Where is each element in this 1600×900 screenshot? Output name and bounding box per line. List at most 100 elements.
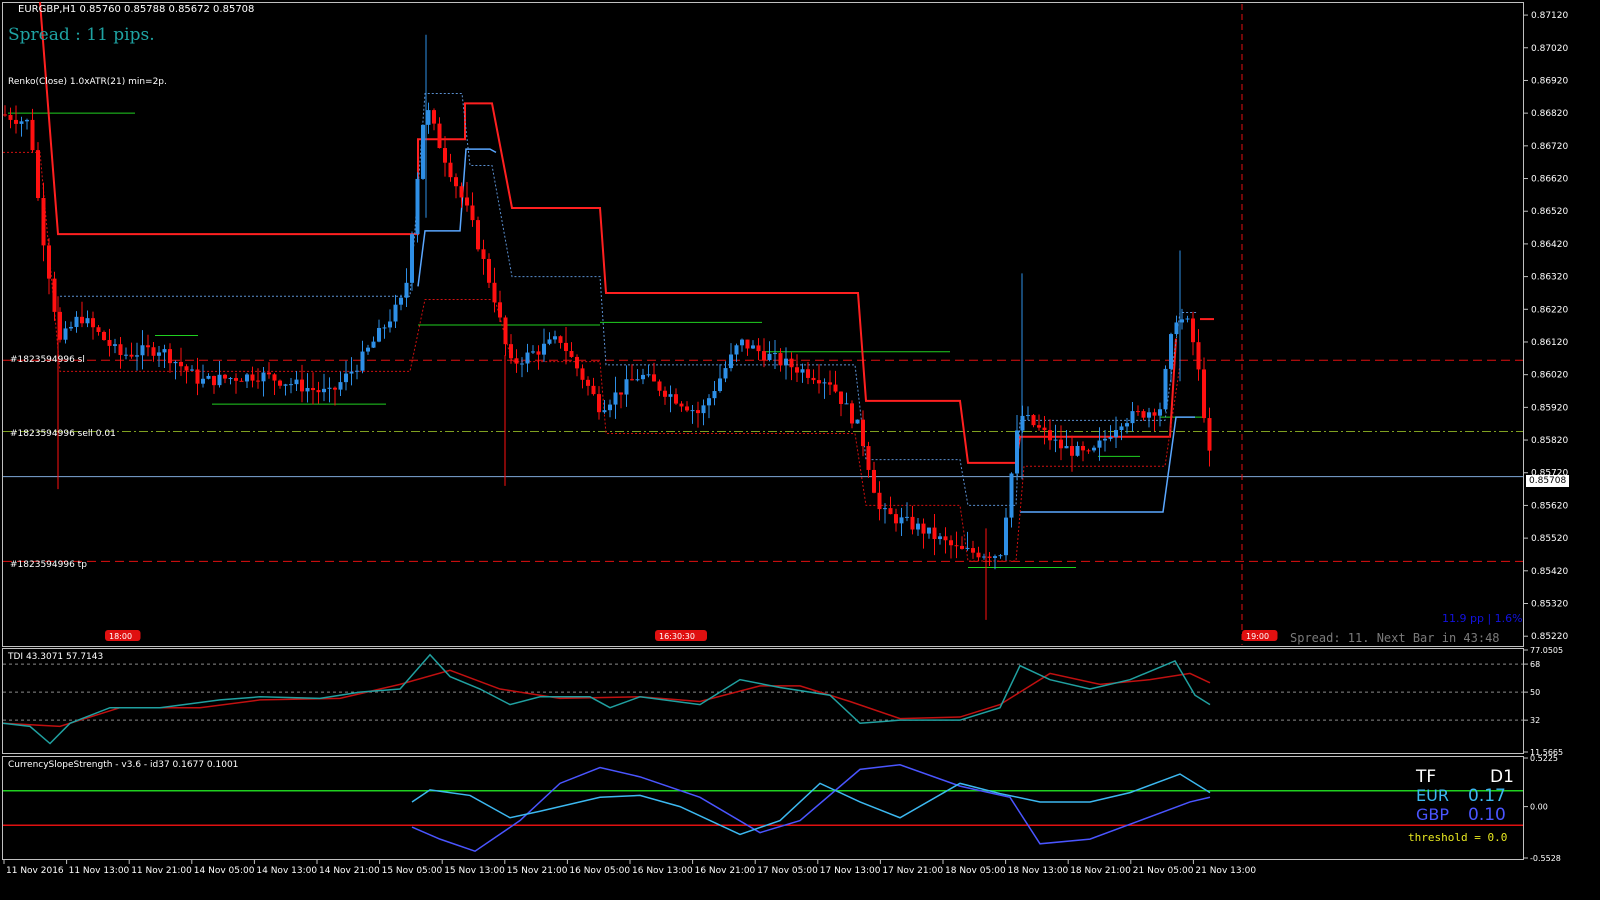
candle-body (1141, 411, 1146, 418)
candle-body (844, 403, 849, 405)
current-price-tag: 0.85708 (1526, 475, 1570, 487)
tdi-label: TDI 43.3071 57.7143 (8, 652, 104, 662)
candle-body (476, 220, 480, 250)
candle-body (459, 186, 464, 198)
candle-body (223, 374, 227, 379)
candle-body (278, 380, 282, 386)
candle-body (399, 297, 403, 305)
candle-body (888, 508, 893, 515)
candle-body (597, 394, 601, 413)
candle-body (382, 327, 387, 329)
order-tp-label[interactable]: #1823594996 tp (10, 559, 87, 571)
candle-body (481, 249, 486, 259)
candle-body (1064, 446, 1069, 449)
candle-body (729, 354, 733, 369)
candle-body (1196, 342, 1201, 370)
candle-body (960, 545, 964, 549)
candle-body (767, 353, 772, 361)
candle-body (267, 372, 271, 375)
candle-body (1180, 319, 1184, 323)
order-sell-label[interactable]: #1823594996 sell 0.01 (10, 428, 116, 440)
time-tick-label: 11 Nov 21:00 (131, 866, 192, 876)
candle-body (646, 374, 651, 376)
candle-body (949, 540, 953, 546)
metatrader-chart[interactable]: 0.87120 0.87020 0.86920 0.86820 0.86720 0.866… (0, 0, 1600, 900)
candle-body (861, 419, 865, 447)
candle-body (470, 205, 475, 221)
candle-body (503, 317, 508, 345)
candle-body (536, 351, 541, 355)
candle-body (1053, 439, 1058, 441)
candle-body (866, 446, 871, 470)
candle-body (910, 516, 915, 530)
candle-body (916, 523, 920, 530)
candle-body (712, 391, 717, 399)
candle-body (993, 556, 997, 558)
candle-body (668, 394, 673, 397)
candle-body (327, 387, 332, 389)
candle-body (294, 379, 299, 385)
time-flag-label: 18:00 (109, 632, 132, 641)
time-tick-label: 14 Nov 05:00 (194, 866, 255, 876)
candle-body (443, 148, 447, 163)
candle-body (1081, 445, 1085, 451)
candle-body (800, 369, 805, 373)
price-tick-label: 0.86820 (1531, 109, 1568, 119)
candle-body (1026, 415, 1030, 417)
candle-body (388, 321, 392, 328)
candle-body (806, 369, 810, 378)
candle-body (96, 327, 101, 332)
candle-body (784, 358, 788, 366)
tdi-tick-label: 77.0505 (1530, 646, 1563, 655)
time-tick-label: 17 Nov 13:00 (820, 866, 881, 876)
time-tick-label: 21 Nov 13:00 (1195, 866, 1256, 876)
candle-body (586, 379, 590, 386)
time-tick-label: 15 Nov 05:00 (382, 866, 443, 876)
candle-body (448, 162, 453, 178)
candle-body (283, 384, 288, 386)
candle-body (129, 354, 134, 357)
candle-body (107, 340, 112, 346)
candle-body (943, 536, 948, 541)
candle-body (36, 150, 40, 199)
candle-body (1037, 425, 1041, 428)
candle-body (146, 345, 150, 348)
candle-body (1103, 438, 1107, 441)
envelope-upper (60, 93, 1198, 506)
price-tick-label: 0.86020 (1531, 371, 1568, 381)
price-tick-label: 0.86220 (1531, 305, 1568, 315)
candle-body (465, 197, 469, 206)
order-sl-label[interactable]: #1823594996 sl (10, 354, 85, 366)
price-tick-label: 0.85320 (1531, 600, 1568, 610)
candle-body (575, 356, 579, 369)
time-tick-label: 17 Nov 21:00 (882, 866, 943, 876)
candle-body (899, 517, 904, 524)
candle-body (657, 381, 662, 391)
candle-body (360, 351, 365, 371)
time-tick-label: 18 Nov 13:00 (1008, 866, 1069, 876)
candle-body (954, 545, 959, 547)
candle-body (250, 374, 255, 381)
candle-body (454, 177, 458, 187)
candle-body (652, 374, 656, 382)
tdi-rsi-line (2, 653, 1211, 745)
candle-body (718, 378, 722, 392)
css-eur-value: 0.17 (1468, 786, 1506, 806)
candle-body (789, 358, 794, 368)
candle-body (1004, 517, 1008, 556)
candle-body (113, 344, 117, 346)
candle-body (1158, 409, 1162, 416)
candle-body (344, 373, 348, 383)
price-tick-label: 0.86720 (1531, 142, 1568, 152)
candle-body (1108, 437, 1113, 439)
candle-body (608, 404, 612, 411)
candle-body (366, 347, 370, 352)
css-threshold: threshold = 0.0 (1408, 831, 1508, 844)
time-tick-label: 15 Nov 21:00 (507, 866, 568, 876)
candle-body (971, 548, 975, 553)
candle-body (817, 380, 821, 384)
time-tick-label: 14 Nov 21:00 (319, 866, 380, 876)
price-tick-label: 0.85220 (1531, 632, 1568, 642)
candle-body (663, 390, 667, 397)
candle-body (1048, 430, 1052, 441)
